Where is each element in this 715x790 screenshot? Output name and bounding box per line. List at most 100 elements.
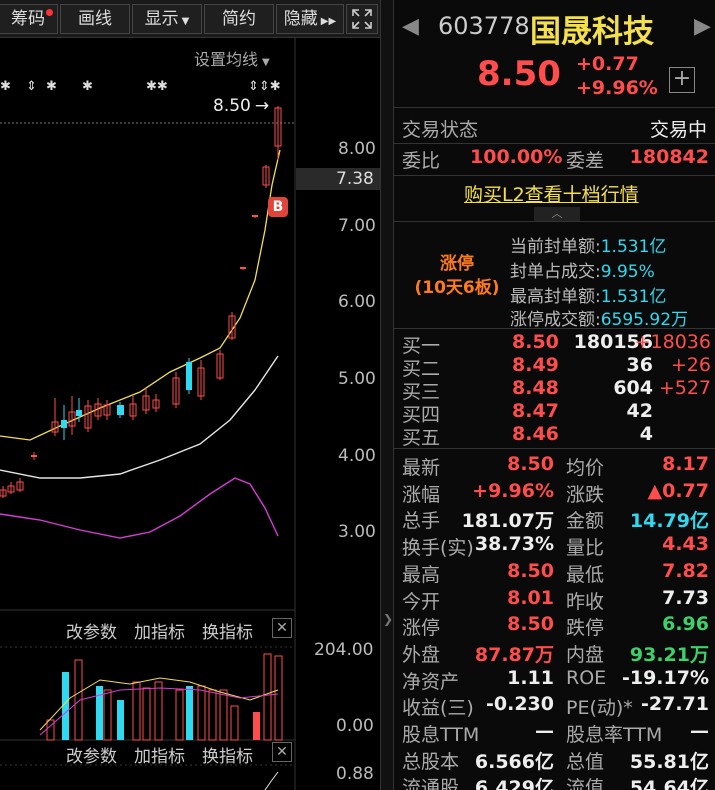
divider bbox=[394, 221, 715, 222]
volume-bar[interactable] bbox=[46, 719, 55, 741]
price-axis-label: 3.00 bbox=[338, 522, 376, 542]
candle[interactable] bbox=[16, 478, 24, 492]
simple-label: 简约 bbox=[222, 9, 256, 29]
volume-bar[interactable] bbox=[253, 712, 260, 740]
candle[interactable] bbox=[103, 400, 111, 420]
candle[interactable] bbox=[94, 398, 102, 420]
display-label: 显示 bbox=[144, 9, 179, 29]
volume-bar[interactable] bbox=[197, 685, 206, 741]
bid-price: 8.46 bbox=[512, 423, 559, 445]
candle[interactable] bbox=[68, 396, 76, 435]
fullscreen-button[interactable] bbox=[346, 4, 378, 34]
draw-line-button[interactable]: 画线 bbox=[60, 4, 130, 34]
collapse-caret-icon[interactable]: ︿ bbox=[534, 207, 580, 221]
bid-delta: +26 bbox=[670, 354, 711, 376]
candle[interactable] bbox=[0, 486, 7, 498]
event-marker[interactable]: ✱ bbox=[0, 79, 11, 94]
volume-bar[interactable] bbox=[154, 681, 163, 741]
stats-row: 收益(三) -0.230 PE(动)* -27.71 bbox=[394, 693, 715, 719]
candle[interactable] bbox=[262, 165, 270, 188]
next-stock-icon[interactable]: ▶ bbox=[694, 14, 711, 39]
event-marker[interactable]: ✱ bbox=[46, 79, 57, 94]
stat-value: 8.50 bbox=[507, 559, 554, 582]
candle[interactable] bbox=[129, 396, 137, 420]
kline-panel[interactable]: 筹码 画线 显示 ▼ 简约 隐藏 ▶▶ 设置均线 ▼ ✱ ⇕ ✱ ✱ ✱✱ ⇕⇕… bbox=[0, 0, 380, 790]
volume-bar[interactable] bbox=[274, 655, 283, 741]
bid-price: 8.48 bbox=[512, 377, 559, 399]
stat-value: 54.64亿 bbox=[629, 777, 709, 790]
price-axis-label: 8.00 bbox=[338, 139, 376, 159]
modify-params-button[interactable]: 改参数 bbox=[66, 618, 117, 643]
simple-button[interactable]: 简约 bbox=[204, 4, 274, 34]
volume-bar[interactable] bbox=[142, 687, 151, 741]
stat-label: 股息率TTM bbox=[566, 724, 663, 746]
volume-bar[interactable] bbox=[263, 653, 272, 741]
candle[interactable] bbox=[240, 267, 246, 270]
candle[interactable] bbox=[51, 398, 59, 436]
hide-label: 隐藏 bbox=[283, 9, 318, 29]
stats-row: 今开 8.01 昨收 7.73 bbox=[394, 587, 715, 613]
volume-bar[interactable] bbox=[230, 705, 239, 741]
weicha-label: 委差 bbox=[566, 150, 605, 172]
stats-row: 涨幅 +9.96% 涨跌 ▲0.77 bbox=[394, 480, 715, 506]
volume-bar[interactable] bbox=[175, 689, 184, 741]
divider bbox=[394, 175, 715, 176]
add-indicator-button[interactable]: 加指标 bbox=[134, 742, 185, 767]
candle[interactable] bbox=[252, 215, 258, 218]
volume-bar[interactable] bbox=[103, 689, 112, 741]
volume-bar[interactable] bbox=[186, 686, 193, 740]
event-marker[interactable]: ✱ bbox=[82, 79, 93, 94]
candle[interactable] bbox=[142, 388, 150, 414]
quote-panel: ◀ 603778 国晟科技 ▶ 8.50 +0.77 +9.96% + 交易状态… bbox=[394, 0, 715, 790]
stat-label: 涨跌 bbox=[566, 483, 605, 506]
candle[interactable] bbox=[7, 482, 15, 494]
candle[interactable] bbox=[31, 452, 37, 460]
candle[interactable] bbox=[216, 350, 224, 380]
hide-button[interactable]: 隐藏 ▶▶ bbox=[276, 4, 344, 34]
event-marker[interactable]: ✱✱ bbox=[146, 79, 168, 94]
candle[interactable] bbox=[172, 372, 180, 408]
limit-up-streak: (10天6板) bbox=[414, 278, 500, 298]
weicha-value: 180842 bbox=[629, 146, 709, 168]
candle[interactable] bbox=[186, 358, 192, 394]
modify-params-button[interactable]: 改参数 bbox=[66, 742, 117, 767]
candle[interactable] bbox=[84, 400, 92, 432]
candle[interactable] bbox=[197, 360, 205, 400]
stats-row: 总股本 6.566亿 总值 55.81亿 bbox=[394, 747, 715, 773]
volume-bar[interactable] bbox=[208, 689, 217, 741]
display-button[interactable]: 显示 ▼ bbox=[132, 4, 202, 34]
volume-axis-top: 204.00 bbox=[314, 640, 374, 660]
add-indicator-button[interactable]: 加指标 bbox=[134, 618, 185, 643]
status-value: 交易中 bbox=[649, 119, 707, 141]
chips-button[interactable]: 筹码 bbox=[0, 4, 58, 34]
bid-price: 8.49 bbox=[512, 354, 559, 376]
close-icon[interactable]: ✕ bbox=[272, 618, 292, 638]
prev-stock-icon[interactable]: ◀ bbox=[402, 14, 419, 39]
volume-bar[interactable] bbox=[132, 681, 141, 741]
add-watchlist-button[interactable]: + bbox=[669, 67, 695, 93]
kline-chart[interactable]: ✱ ⇕ ✱ ✱ ✱✱ ⇕⇕✱ bbox=[0, 38, 380, 790]
event-marker[interactable]: ⇕ bbox=[26, 79, 37, 94]
buy-l2-link[interactable]: 购买L2查看十档行情 bbox=[464, 180, 639, 207]
switch-indicator-button[interactable]: 换指标 bbox=[202, 618, 253, 643]
ma-line-10 bbox=[0, 355, 279, 479]
buy-signal-badge[interactable]: B bbox=[268, 197, 288, 217]
draw-line-label: 画线 bbox=[78, 9, 112, 29]
switch-indicator-button[interactable]: 换指标 bbox=[202, 742, 253, 767]
last-price: 8.50 bbox=[477, 54, 561, 94]
panel-splitter[interactable] bbox=[380, 0, 394, 790]
bid-row[interactable]: 买五 8.46 4 bbox=[394, 423, 715, 449]
candle[interactable] bbox=[152, 394, 160, 412]
volume-bar[interactable] bbox=[219, 689, 228, 741]
seal-row: 最高封单额:1.531亿 bbox=[510, 282, 666, 307]
candle[interactable] bbox=[117, 402, 124, 418]
stats-row: 涨停 8.50 跌停 6.96 bbox=[394, 613, 715, 639]
collapse-arrow-icon[interactable]: ❯ bbox=[383, 604, 393, 634]
close-icon[interactable]: ✕ bbox=[272, 742, 292, 762]
stat-label: PE(动)* bbox=[566, 697, 633, 720]
candle[interactable] bbox=[61, 405, 67, 440]
chart-toolbar: 筹码 画线 显示 ▼ 简约 隐藏 ▶▶ bbox=[0, 0, 380, 38]
event-marker[interactable]: ⇕⇕✱ bbox=[248, 79, 281, 94]
quote-header: ◀ 603778 国晟科技 ▶ 8.50 +0.77 +9.96% + bbox=[394, 0, 715, 108]
volume-bar[interactable] bbox=[117, 700, 124, 740]
